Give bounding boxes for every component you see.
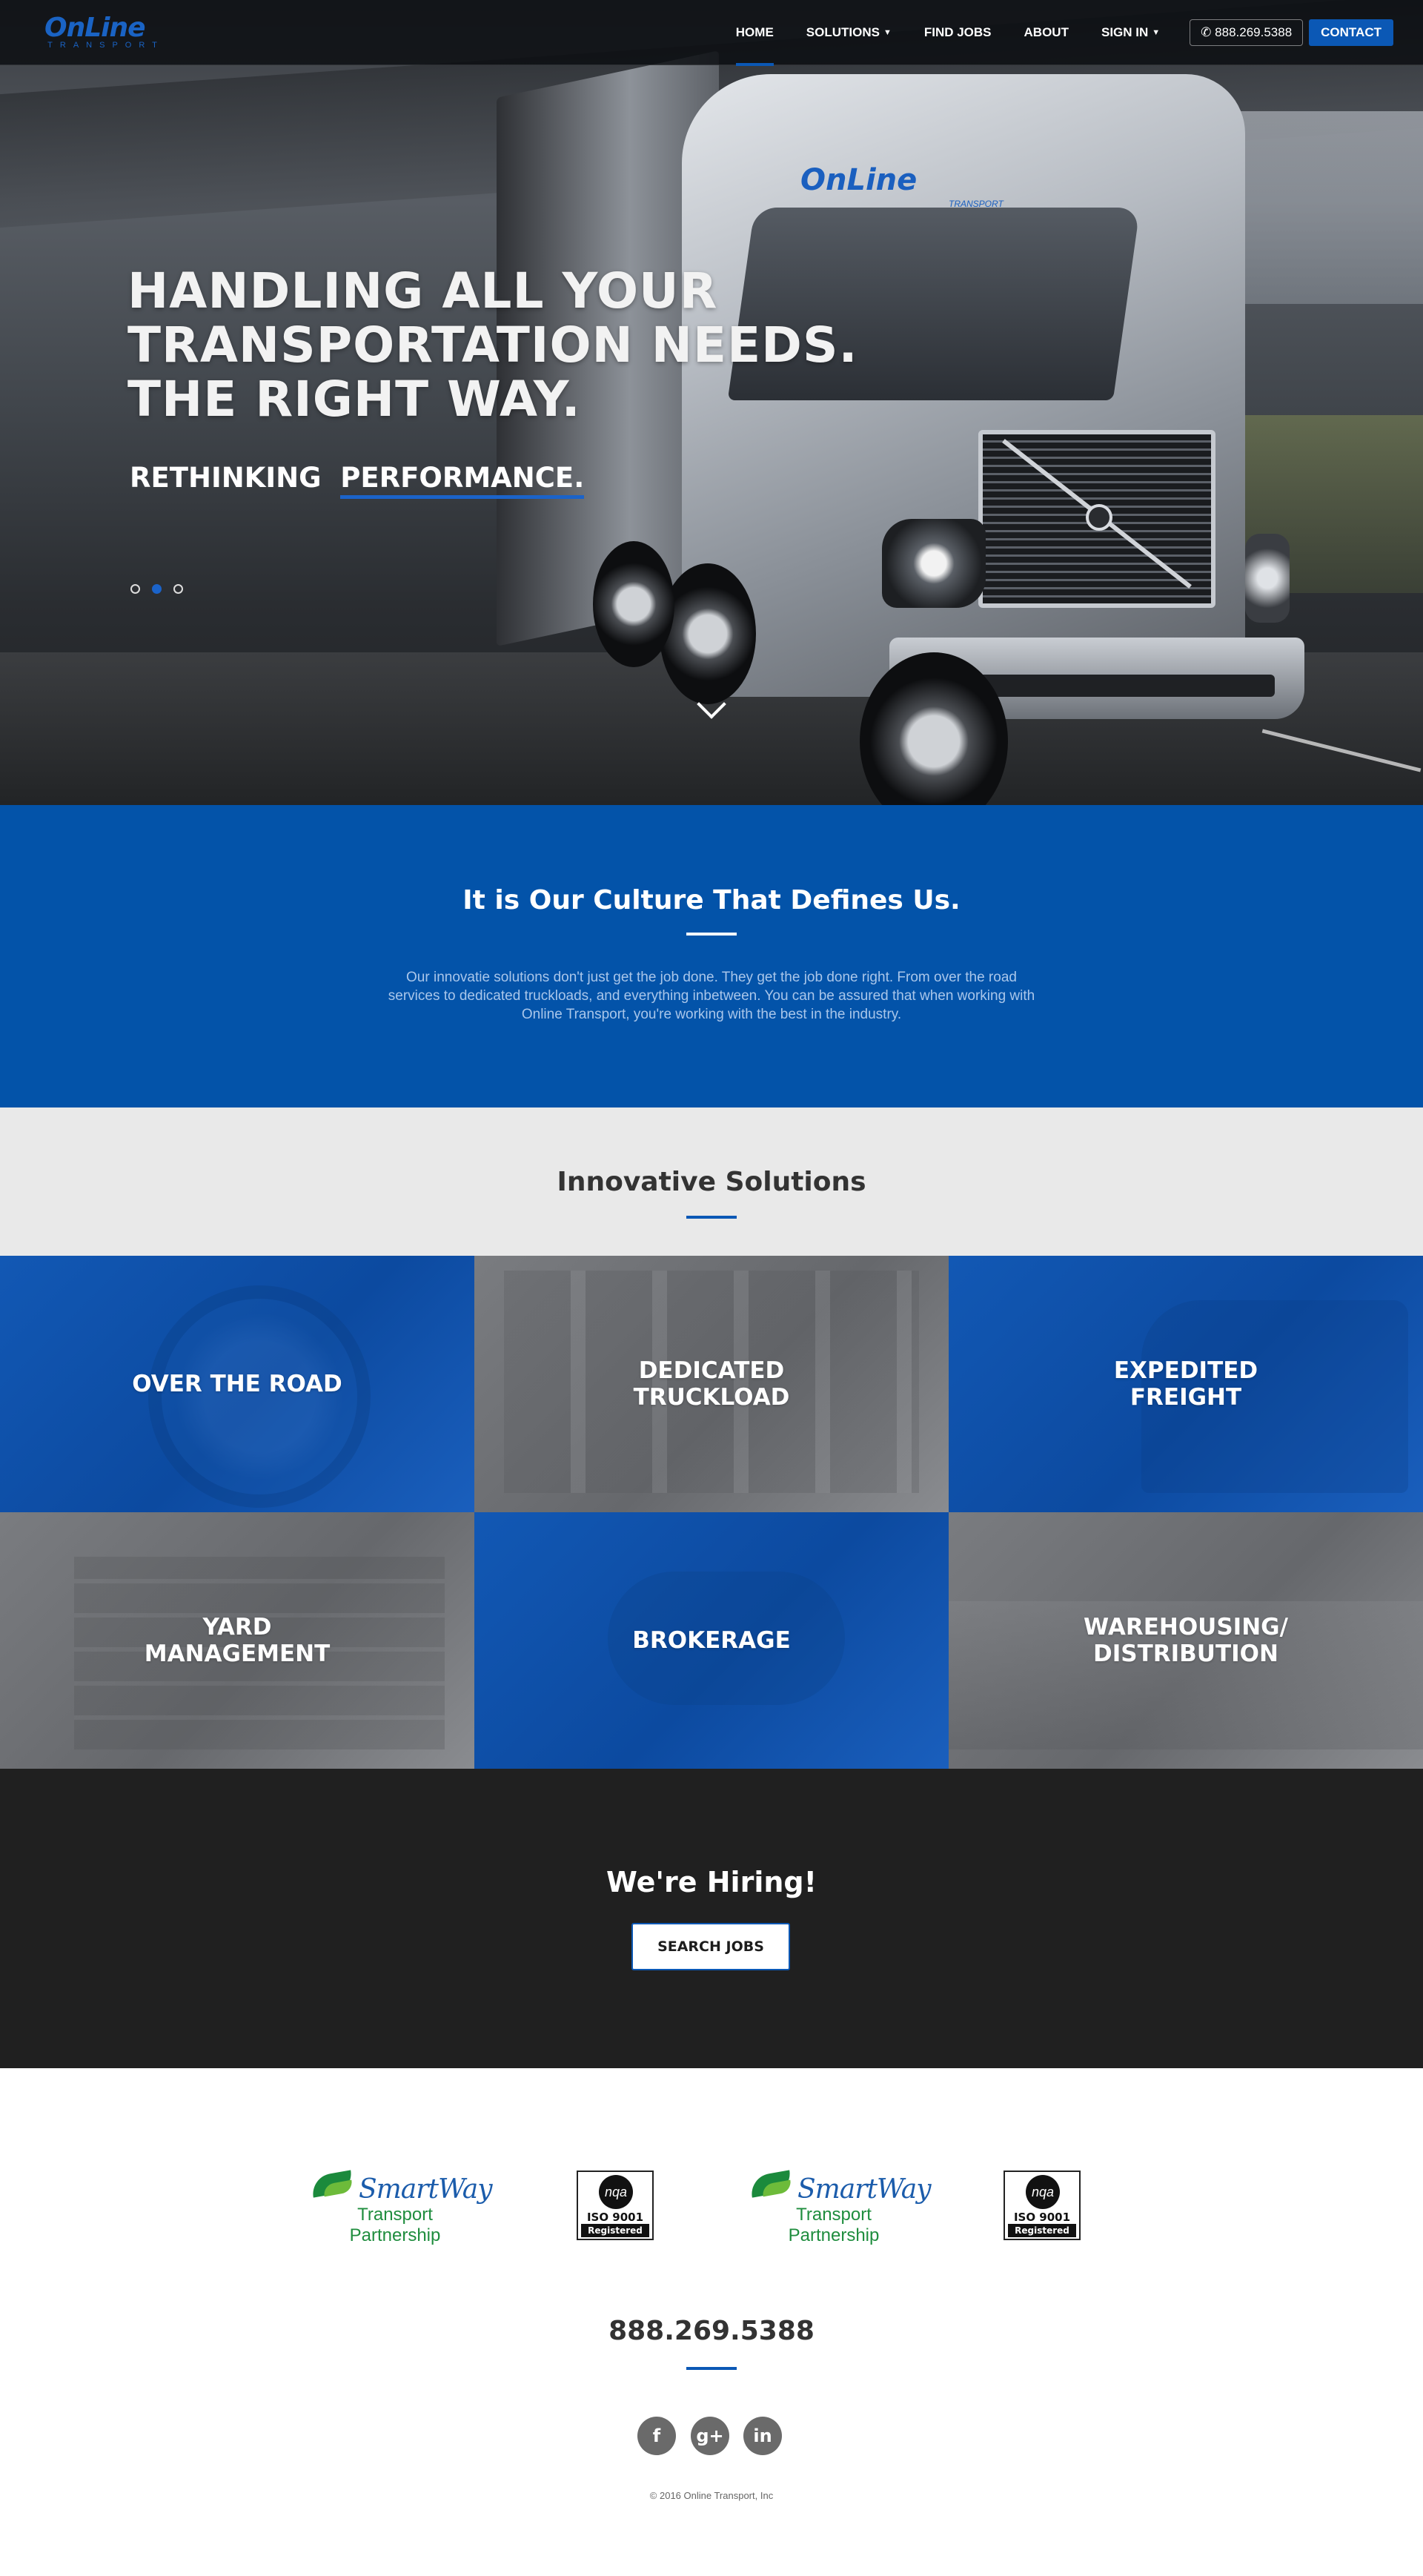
hero-subtitle-prefix: RETHINKING bbox=[130, 462, 322, 494]
nqa-badge-icon: nqa bbox=[1026, 2175, 1060, 2209]
hero-title: HANDLING ALL YOUR TRANSPORTATION NEEDS. … bbox=[127, 264, 943, 426]
google-plus-icon[interactable]: g+ bbox=[691, 2417, 729, 2455]
nav-link-about[interactable]: ABOUT bbox=[1024, 19, 1069, 46]
truck-headlight-right bbox=[1245, 534, 1290, 623]
slider-dot-3[interactable] bbox=[173, 584, 183, 594]
phone-number: 888.269.5388 bbox=[1215, 25, 1293, 39]
solution-tile-label: EXPEDITED FREIGHT bbox=[1113, 1357, 1258, 1411]
linkedin-icon[interactable]: in bbox=[743, 2417, 782, 2455]
iso-number: ISO 9001 bbox=[586, 2211, 644, 2224]
solution-tile-label: YARD MANAGEMENT bbox=[144, 1614, 331, 1667]
logo-subtext: TRANSPORT bbox=[47, 41, 165, 50]
iso-status: Registered bbox=[1008, 2224, 1076, 2237]
iso-number: ISO 9001 bbox=[1013, 2211, 1071, 2224]
solution-tile-brokerage[interactable]: BROKERAGE bbox=[474, 1512, 949, 1769]
culture-body: Our innovatie solutions don't just get t… bbox=[388, 970, 1035, 1022]
culture-divider bbox=[686, 933, 737, 936]
truck-logo-sub: TRANSPORT bbox=[949, 199, 1004, 209]
nav-link-sign-in[interactable]: SIGN IN ▼ bbox=[1101, 19, 1160, 46]
nav-link-find-jobs[interactable]: FIND JOBS bbox=[924, 19, 992, 46]
smartway-logo: SmartWay Transport Partnership bbox=[309, 2169, 493, 2245]
iso-9001-badge: nqa ISO 9001 Registered bbox=[577, 2171, 654, 2240]
smartway-name: SmartWay bbox=[359, 2174, 493, 2205]
smartway-tagline: Transport Partnership bbox=[788, 2205, 880, 2245]
iso-9001-badge: nqa ISO 9001 Registered bbox=[1004, 2171, 1081, 2240]
solutions-heading: Innovative Solutions bbox=[557, 1167, 866, 1197]
main-navbar: OnLine TRANSPORT HOME SOLUTIONS ▼ FIND JO… bbox=[0, 0, 1423, 66]
nav-link-solutions[interactable]: SOLUTIONS ▼ bbox=[806, 19, 892, 46]
truck-rear-wheel bbox=[660, 563, 756, 704]
solutions-header: Innovative Solutions bbox=[0, 1107, 1423, 1256]
truck-headlight bbox=[882, 519, 986, 608]
hero-title-line-2: TRANSPORTATION NEEDS. bbox=[127, 317, 858, 374]
culture-heading: It is Our Culture That Defines Us. bbox=[462, 885, 961, 915]
smartway-tagline: Transport Partnership bbox=[349, 2205, 441, 2245]
site-footer: SmartWay Transport Partnership nqa ISO 9… bbox=[0, 2068, 1423, 2576]
solution-tile-dedicated-truckload[interactable]: DEDICATED TRUCKLOAD bbox=[474, 1256, 949, 1512]
hero-slider: OnLine TRANSPORT HANDLING ALL YOUR TRANS… bbox=[0, 0, 1423, 805]
culture-section: It is Our Culture That Defines Us. Our i… bbox=[0, 805, 1423, 1107]
hero-title-line-1: HANDLING ALL YOUR bbox=[127, 262, 718, 319]
solution-tile-label: BROKERAGE bbox=[632, 1627, 791, 1654]
search-jobs-button[interactable]: SEARCH JOBS bbox=[631, 1923, 790, 1970]
hero-subtitle: RETHINKING PERFORMANCE. bbox=[130, 460, 585, 499]
slider-dot-1[interactable] bbox=[130, 584, 140, 594]
hero-title-line-3: THE RIGHT WAY. bbox=[127, 371, 581, 428]
solutions-grid: OVER THE ROAD DEDICATED TRUCKLOAD EXPEDI… bbox=[0, 1256, 1423, 1769]
truck-rear-wheel-2 bbox=[593, 541, 674, 667]
solution-tile-label: OVER THE ROAD bbox=[132, 1371, 342, 1397]
phone-button[interactable]: ✆ 888.269.5388 bbox=[1190, 19, 1304, 46]
nav-link-home[interactable]: HOME bbox=[735, 19, 774, 66]
caret-down-icon: ▼ bbox=[883, 28, 892, 37]
slider-dots bbox=[130, 584, 195, 594]
site-logo[interactable]: OnLine TRANSPORT bbox=[36, 12, 176, 53]
solution-tile-expedited-freight[interactable]: EXPEDITED FREIGHT bbox=[949, 1256, 1423, 1512]
truck-emblem-icon bbox=[1086, 504, 1112, 531]
nqa-badge-icon: nqa bbox=[599, 2175, 633, 2209]
nav-link-about-label: ABOUT bbox=[1024, 25, 1069, 39]
nav-menu: HOME SOLUTIONS ▼ FIND JOBS ABOUT SIGN IN ▼… bbox=[703, 19, 1393, 66]
smartway-logo: SmartWay Transport Partnership bbox=[748, 2169, 932, 2245]
iso-status: Registered bbox=[581, 2224, 649, 2237]
solution-tile-warehousing-distribution[interactable]: WAREHOUSING/ DISTRIBUTION bbox=[949, 1512, 1423, 1769]
solution-tile-label: DEDICATED TRUCKLOAD bbox=[633, 1357, 790, 1411]
nav-link-solutions-label: SOLUTIONS bbox=[806, 25, 880, 39]
solution-tile-label: WAREHOUSING/ DISTRIBUTION bbox=[1084, 1614, 1288, 1667]
smartway-name: SmartWay bbox=[797, 2174, 932, 2205]
hero-subtitle-highlight: PERFORMANCE. bbox=[340, 462, 585, 499]
solution-tile-yard-management[interactable]: YARD MANAGEMENT bbox=[0, 1512, 474, 1769]
slider-dot-2[interactable] bbox=[152, 584, 162, 594]
footer-divider bbox=[686, 2367, 737, 2370]
truck-bumper-slot bbox=[963, 675, 1275, 697]
contact-button[interactable]: CONTACT bbox=[1309, 19, 1393, 46]
hiring-section: We're Hiring! SEARCH JOBS bbox=[0, 1769, 1423, 2068]
phone-icon: ✆ bbox=[1201, 25, 1212, 39]
nav-link-find-jobs-label: FIND JOBS bbox=[923, 25, 992, 39]
nav-link-sign-in-label: SIGN IN bbox=[1101, 25, 1149, 39]
solution-tile-over-the-road[interactable]: OVER THE ROAD bbox=[0, 1256, 474, 1512]
copyright-text: © 2016 Online Transport, Inc bbox=[649, 2490, 774, 2501]
hiring-heading: We're Hiring! bbox=[606, 1866, 817, 1898]
solutions-divider bbox=[686, 1216, 737, 1219]
nav-link-home-label: HOME bbox=[735, 25, 774, 39]
footer-phone[interactable]: 888.269.5388 bbox=[0, 2314, 1423, 2348]
truck-logo: OnLine bbox=[800, 163, 918, 197]
facebook-icon[interactable]: f bbox=[637, 2417, 676, 2455]
caret-down-icon: ▼ bbox=[1152, 28, 1161, 37]
